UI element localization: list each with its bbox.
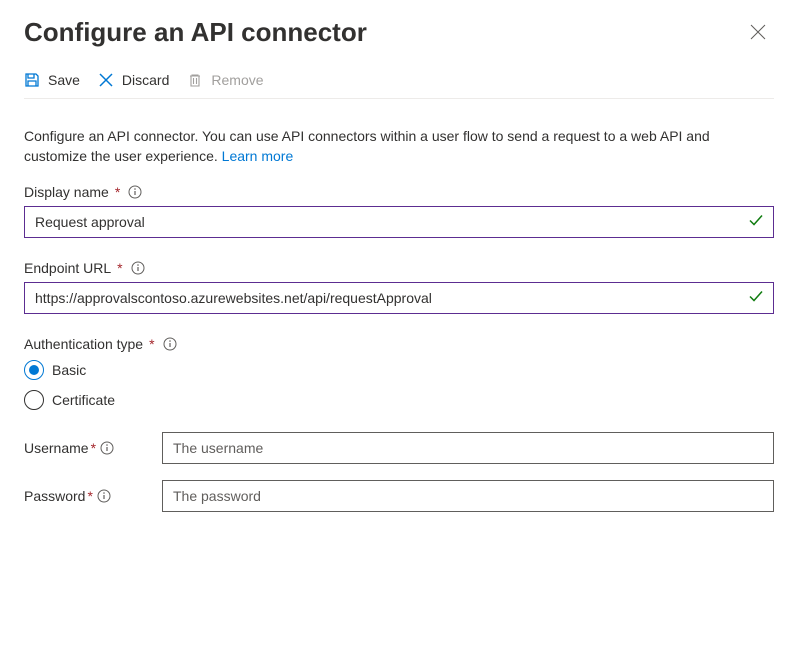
required-indicator: * (117, 260, 122, 276)
save-icon (24, 72, 40, 88)
radio-label: Certificate (52, 392, 115, 408)
discard-icon (98, 72, 114, 88)
auth-type-radio-group: Basic Certificate (24, 360, 774, 410)
endpoint-url-input[interactable] (24, 282, 774, 314)
username-input[interactable] (162, 432, 774, 464)
password-field: Password * (24, 480, 774, 512)
page-title: Configure an API connector (24, 17, 367, 48)
info-icon[interactable] (128, 185, 142, 199)
learn-more-link[interactable]: Learn more (222, 148, 294, 164)
remove-button: Remove (187, 72, 263, 88)
save-label: Save (48, 72, 80, 88)
info-icon[interactable] (100, 441, 114, 455)
close-button[interactable] (742, 16, 774, 48)
check-icon (748, 213, 764, 232)
panel-header: Configure an API connector (24, 16, 774, 48)
display-name-label: Display name * (24, 184, 774, 200)
info-icon[interactable] (163, 337, 177, 351)
configure-api-connector-panel: Configure an API connector Save Discard … (0, 0, 798, 552)
username-field: Username * (24, 432, 774, 464)
radio-icon (24, 390, 44, 410)
auth-type-label: Authentication type * (24, 336, 774, 352)
description-text: Configure an API connector. You can use … (24, 127, 774, 166)
endpoint-url-label: Endpoint URL * (24, 260, 774, 276)
radio-icon (24, 360, 44, 380)
close-icon (750, 24, 766, 40)
info-icon[interactable] (97, 489, 111, 503)
password-input[interactable] (162, 480, 774, 512)
radio-option-basic[interactable]: Basic (24, 360, 774, 380)
remove-label: Remove (211, 72, 263, 88)
radio-option-certificate[interactable]: Certificate (24, 390, 774, 410)
required-indicator: * (115, 184, 120, 200)
display-name-input[interactable] (24, 206, 774, 238)
discard-button[interactable]: Discard (98, 72, 169, 88)
auth-type-field: Authentication type * Basic Certificate (24, 336, 774, 410)
required-indicator: * (91, 440, 96, 456)
discard-label: Discard (122, 72, 169, 88)
command-bar: Save Discard Remove (24, 72, 774, 99)
display-name-field: Display name * (24, 184, 774, 238)
required-indicator: * (87, 488, 92, 504)
check-icon (748, 289, 764, 308)
description-body: Configure an API connector. You can use … (24, 128, 710, 164)
username-label: Username * (24, 440, 150, 456)
password-label: Password * (24, 488, 150, 504)
trash-icon (187, 72, 203, 88)
radio-label: Basic (52, 362, 86, 378)
info-icon[interactable] (131, 261, 145, 275)
endpoint-url-field: Endpoint URL * (24, 260, 774, 314)
required-indicator: * (149, 336, 154, 352)
save-button[interactable]: Save (24, 72, 80, 88)
